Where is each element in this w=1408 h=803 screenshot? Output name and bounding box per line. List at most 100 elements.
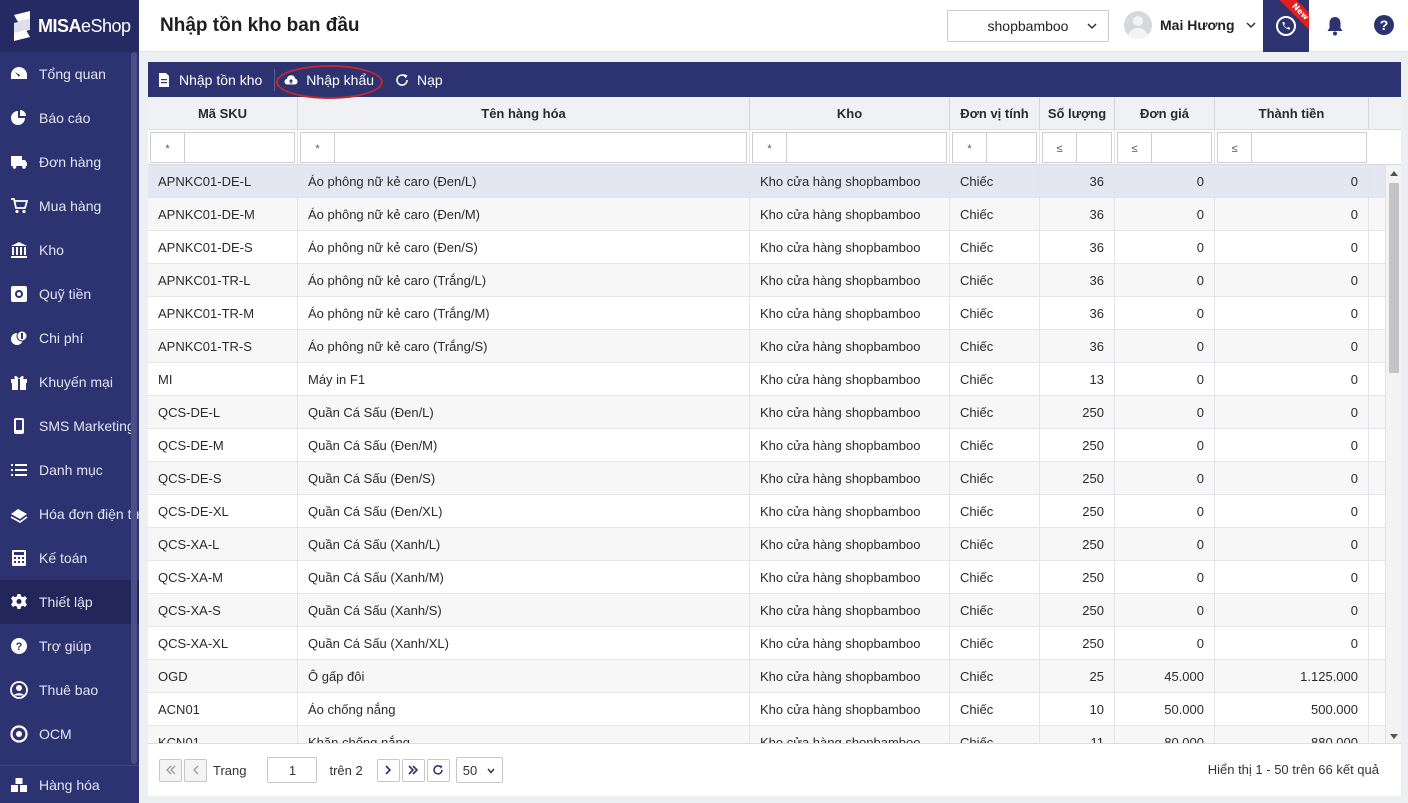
table-row[interactable]: QCS-XA-M Quần Cá Sấu (Xanh/M) Kho cửa hàng… xyxy=(148,561,1401,594)
warehouse-icon xyxy=(10,241,28,259)
table-scrollbar[interactable] xyxy=(1385,165,1401,745)
sidebar-item-money[interactable]: Chi phí xyxy=(0,316,139,360)
filter-operator[interactable]: * xyxy=(150,131,184,163)
sidebar-item-user-circle[interactable]: Thuê bao xyxy=(0,668,139,712)
table-row[interactable]: OGD Ô gấp đôi Kho cửa hàng shopbamboo Chiếc… xyxy=(148,660,1401,693)
filter-operator[interactable]: ≤ xyxy=(1117,131,1151,163)
refresh-icon xyxy=(433,765,443,775)
table-row[interactable]: QCS-XA-L Quần Cá Sấu (Xanh/L) Kho cửa hàng… xyxy=(148,528,1401,561)
page-number-input[interactable]: 1 xyxy=(267,757,318,783)
sidebar-item-gift[interactable]: Khuyến mại xyxy=(0,360,139,404)
opening-stock-button[interactable]: Nhập tồn kho xyxy=(148,62,274,97)
safe-icon xyxy=(10,285,28,303)
page-size-select[interactable]: 50 xyxy=(455,757,503,783)
table-row[interactable]: QCS-DE-M Quần Cá Sấu (Đen/M) Kho cửa hàng … xyxy=(148,429,1401,462)
column-header-unit[interactable]: Đơn vị tính xyxy=(950,97,1040,129)
last-page-button[interactable] xyxy=(401,758,425,782)
filter-input[interactable] xyxy=(786,131,947,163)
shop-select-value: shopbamboo xyxy=(987,18,1069,34)
table-row[interactable]: APNKC01-DE-L Áo phông nữ kẻ caro (Đen/L) K… xyxy=(148,165,1401,198)
bell-icon[interactable] xyxy=(1324,15,1346,37)
sidebar-item-phone[interactable]: SMS Marketing xyxy=(0,404,139,448)
cell-product-name: Áo phông nữ kẻ caro (Trắng/S) xyxy=(298,330,750,362)
sidebar-item-label: Quỹ tiền xyxy=(39,286,92,302)
sidebar-item-list[interactable]: Danh mục xyxy=(0,448,139,492)
cell-unit: Chiếc xyxy=(950,561,1040,593)
filter-operator[interactable]: ≤ xyxy=(1042,131,1076,163)
filter-operator[interactable]: * xyxy=(300,131,334,163)
sidebar-item-hang-hoa[interactable]: Hàng hóa xyxy=(0,766,139,803)
user-menu[interactable]: Mai Hương xyxy=(1124,11,1257,39)
import-button[interactable]: Nhập khẩu xyxy=(275,62,386,99)
next-page-button[interactable] xyxy=(376,758,400,782)
column-header-product-name[interactable]: Tên hàng hóa xyxy=(298,97,750,129)
filter-input[interactable] xyxy=(986,131,1037,163)
filter-operator[interactable]: * xyxy=(752,131,786,163)
reload-button[interactable]: Nạp xyxy=(386,62,455,97)
sidebar-item-dashboard[interactable]: Tổng quan xyxy=(0,52,139,96)
sidebar-scrollbar[interactable] xyxy=(131,52,137,764)
cell-quantity: 250 xyxy=(1040,495,1115,527)
first-page-button[interactable] xyxy=(159,758,182,782)
table-row[interactable]: APNKC01-TR-S Áo phông nữ kẻ caro (Trắng/S… xyxy=(148,330,1401,363)
sidebar-item-gear[interactable]: Thiết lập xyxy=(0,580,139,624)
filter-input[interactable] xyxy=(1076,131,1112,163)
cell-unit: Chiếc xyxy=(950,264,1040,296)
brand-logo[interactable]: MISAeShop xyxy=(0,0,139,52)
table-row[interactable]: QCS-XA-XL Quần Cá Sấu (Xanh/XL) Kho cửa hà… xyxy=(148,627,1401,660)
table-row[interactable]: APNKC01-DE-M Áo phông nữ kẻ caro (Đen/M) K… xyxy=(148,198,1401,231)
filter-operator[interactable]: ≤ xyxy=(1217,131,1251,163)
table-row[interactable]: QCS-DE-L Quần Cá Sấu (Đen/L) Kho cửa hàng … xyxy=(148,396,1401,429)
column-header-unit-price[interactable]: Đơn giá xyxy=(1115,97,1215,129)
refresh-page-button[interactable] xyxy=(426,758,450,782)
help-icon[interactable]: ? xyxy=(1374,15,1394,35)
sidebar-item-warehouse[interactable]: Kho xyxy=(0,228,139,272)
cell-sku: QCS-XA-L xyxy=(148,528,298,560)
prev-page-button[interactable] xyxy=(184,758,207,782)
sidebar-item-truck[interactable]: Đơn hàng xyxy=(0,140,139,184)
scroll-up-arrow[interactable] xyxy=(1390,171,1398,176)
filter-input[interactable] xyxy=(184,131,295,163)
call-support-button[interactable]: New xyxy=(1263,0,1309,52)
table-row[interactable]: APNKC01-TR-L Áo phông nữ kẻ caro (Trắng/L… xyxy=(148,264,1401,297)
shop-select[interactable]: shopbamboo xyxy=(947,10,1109,42)
sidebar-item-help-circle[interactable]: ? Trợ giúp xyxy=(0,624,139,668)
sidebar-item-calculator[interactable]: Kế toán xyxy=(0,536,139,580)
sidebar-item-cart[interactable]: Mua hàng xyxy=(0,184,139,228)
table-row[interactable]: QCS-DE-XL Quần Cá Sấu (Đen/XL) Kho cửa hàn… xyxy=(148,495,1401,528)
sidebar-item-ocm[interactable]: OCM xyxy=(0,712,139,756)
sidebar-item-invoice[interactable]: Hóa đơn điện tử xyxy=(0,492,139,536)
column-header-amount[interactable]: Thành tiền xyxy=(1215,97,1369,129)
list-icon xyxy=(10,461,28,479)
filter-input[interactable] xyxy=(1251,131,1367,163)
cell-product-name: Áo phông nữ kẻ caro (Trắng/M) xyxy=(298,297,750,329)
calculator-icon xyxy=(10,549,28,567)
cell-product-name: Ô gấp đôi xyxy=(298,660,750,692)
sidebar-item-safe[interactable]: Quỹ tiền xyxy=(0,272,139,316)
table-row[interactable]: QCS-XA-S Quần Cá Sấu (Xanh/S) Kho cửa hàng… xyxy=(148,594,1401,627)
sidebar-item-label: Chi phí xyxy=(39,330,84,346)
sidebar-item-pie-chart[interactable]: Báo cáo xyxy=(0,96,139,140)
cell-sku: QCS-DE-S xyxy=(148,462,298,494)
filter-input[interactable] xyxy=(334,131,747,163)
scroll-down-arrow[interactable] xyxy=(1390,734,1398,739)
table-row[interactable]: APNKC01-TR-M Áo phông nữ kẻ caro (Trắng/M… xyxy=(148,297,1401,330)
column-header-warehouse[interactable]: Kho xyxy=(750,97,950,129)
table-row[interactable]: ACN01 Áo chống nắng Kho cửa hàng shopbambo… xyxy=(148,693,1401,726)
cell-product-name: Quần Cá Sấu (Đen/L) xyxy=(298,396,750,428)
table-row[interactable]: QCS-DE-S Quần Cá Sấu (Đen/S) Kho cửa hàng … xyxy=(148,462,1401,495)
cell-unit: Chiếc xyxy=(950,594,1040,626)
cell-warehouse: Kho cửa hàng shopbamboo xyxy=(750,495,950,527)
filter-operator[interactable]: * xyxy=(952,131,986,163)
column-header-quantity[interactable]: Số lượng xyxy=(1040,97,1115,129)
scroll-thumb[interactable] xyxy=(1389,183,1399,373)
cell-unit-price: 0 xyxy=(1115,231,1215,263)
column-header-sku[interactable]: Mã SKU xyxy=(148,97,298,129)
cell-warehouse: Kho cửa hàng shopbamboo xyxy=(750,627,950,659)
table-row[interactable]: MI Máy in F1 Kho cửa hàng shopbamboo Chiếc 1… xyxy=(148,363,1401,396)
table-row[interactable]: APNKC01-DE-S Áo phông nữ kẻ caro (Đen/S) K… xyxy=(148,231,1401,264)
cell-quantity: 36 xyxy=(1040,264,1115,296)
cell-unit: Chiếc xyxy=(950,429,1040,461)
cell-unit-price: 0 xyxy=(1115,330,1215,362)
filter-input[interactable] xyxy=(1151,131,1212,163)
